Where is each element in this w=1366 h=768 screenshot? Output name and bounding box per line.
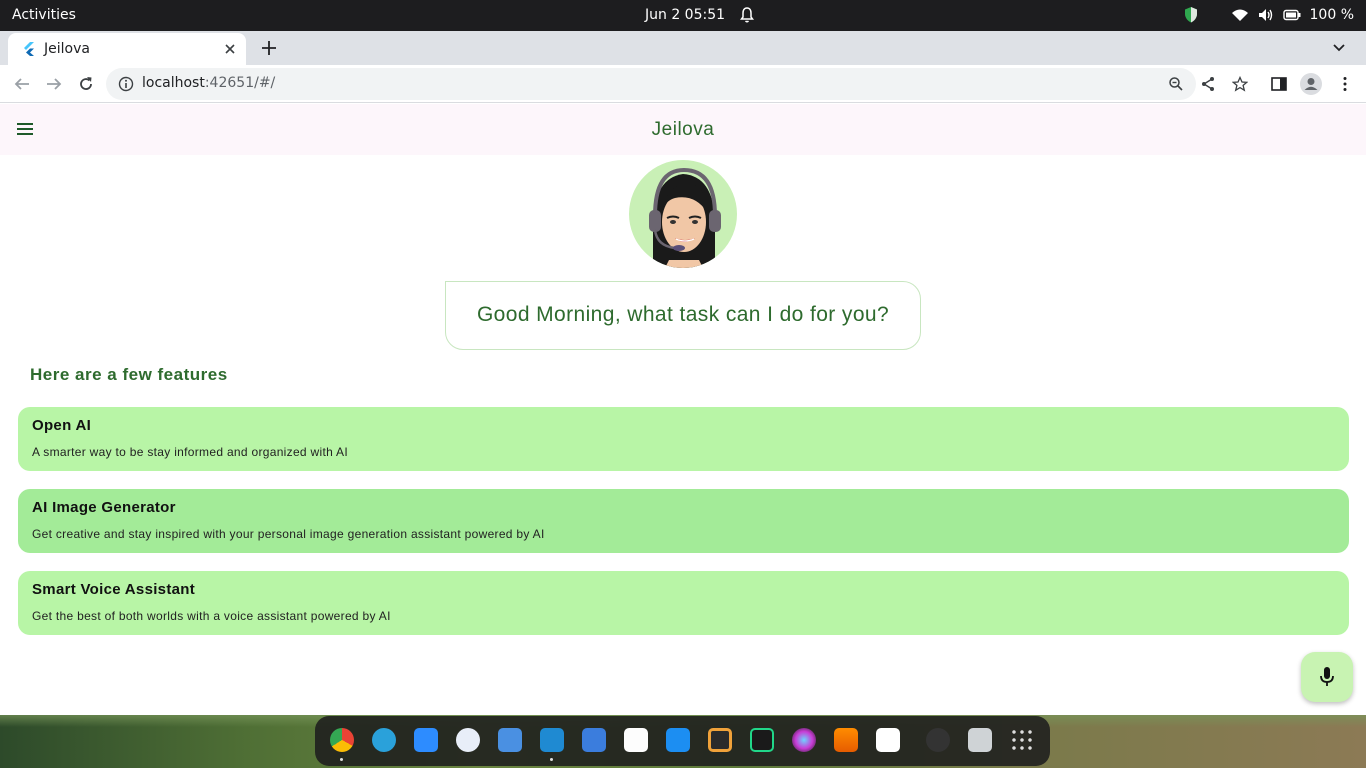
docs-dock-icon[interactable] [582, 728, 606, 752]
feature-title: AI Image Generator [32, 499, 176, 516]
battery-icon[interactable] [1282, 9, 1301, 21]
feature-card-image-generator[interactable]: AI Image Generator Get creative and stay… [18, 489, 1349, 553]
assistant-avatar [629, 160, 737, 268]
app-store-dock-icon[interactable] [666, 728, 690, 752]
app-content: Jeilova Good Morning, what task can I do… [0, 104, 1366, 715]
tab-title: Jeilova [44, 41, 90, 57]
vlc-dock-icon[interactable] [834, 728, 858, 752]
vscode-dock-icon[interactable] [540, 728, 564, 752]
zoom-icon[interactable] [1168, 76, 1184, 92]
microphone-fab-button[interactable] [1301, 652, 1353, 702]
chrome-dock-icon[interactable] [330, 728, 354, 752]
slack-dock-icon[interactable] [876, 728, 900, 752]
more-menu-icon[interactable] [1336, 75, 1354, 93]
globe-dock-icon[interactable] [926, 728, 950, 752]
share-icon[interactable] [1200, 76, 1216, 92]
shield-icon[interactable] [1183, 6, 1199, 24]
dock [315, 716, 1050, 766]
feature-title: Smart Voice Assistant [32, 581, 196, 598]
tab-close-icon[interactable] [222, 41, 238, 57]
feature-description: A smarter way to be stay informed and or… [32, 445, 348, 459]
side-panel-icon[interactable] [1270, 75, 1288, 93]
app-title: Jeilova [651, 119, 715, 140]
site-info-icon[interactable] [118, 76, 134, 92]
features-heading: Here are a few features [30, 365, 228, 384]
new-tab-icon[interactable] [260, 39, 278, 57]
arc-dock-icon[interactable] [708, 728, 732, 752]
pycharm-dock-icon[interactable] [750, 728, 774, 752]
back-arrow-icon[interactable] [13, 75, 31, 93]
reload-icon[interactable] [77, 75, 95, 93]
feature-description: Get the best of both worlds with a voice… [32, 609, 391, 623]
wifi-icon[interactable] [1231, 8, 1249, 22]
url-path: :42651/#/ [204, 75, 276, 91]
notification-bell-icon[interactable] [739, 6, 755, 24]
activities-button[interactable]: Activities [12, 7, 76, 23]
forward-arrow-icon[interactable] [45, 75, 63, 93]
bookmark-star-icon[interactable] [1232, 76, 1248, 92]
word-dock-icon[interactable] [456, 728, 480, 752]
url-text: localhost:42651/#/ [142, 75, 275, 91]
url-host: localhost [142, 75, 205, 91]
running-indicator [340, 758, 343, 761]
music-dock-icon[interactable] [624, 728, 648, 752]
flutter-favicon-icon [24, 42, 34, 56]
app-grid-icon[interactable] [1010, 728, 1034, 752]
profile-avatar-icon[interactable] [1300, 73, 1322, 95]
browser-tab[interactable]: Jeilova [8, 33, 246, 65]
assistant-avatar-image [649, 167, 721, 268]
system-tray[interactable]: 100 % [1183, 6, 1354, 24]
address-bar[interactable]: localhost:42651/#/ [106, 68, 1248, 100]
telegram-dock-icon[interactable] [372, 728, 396, 752]
feature-description: Get creative and stay inspired with your… [32, 527, 545, 541]
feature-card-open-ai[interactable]: Open AI A smarter way to be stay informe… [18, 407, 1349, 471]
zoom-dock-icon[interactable] [414, 728, 438, 752]
battery-level: 100 % [1309, 7, 1354, 23]
app-bar: Jeilova [0, 104, 1366, 155]
chevron-down-icon[interactable] [1332, 41, 1346, 55]
greeting-text: Good Morning, what task can I do for you… [476, 303, 890, 326]
microphone-icon [1320, 667, 1334, 686]
feature-card-voice-assistant[interactable]: Smart Voice Assistant Get the best of bo… [18, 571, 1349, 635]
trash-dock-icon[interactable] [968, 728, 992, 752]
running-indicator [550, 758, 553, 761]
clock[interactable]: Jun 2 05:51 [645, 7, 725, 23]
browser-toolbar: localhost:42651/#/ [0, 65, 1366, 103]
volume-icon[interactable] [1258, 8, 1274, 22]
greeting-bubble: Good Morning, what task can I do for you… [445, 281, 921, 350]
finder-dock-icon[interactable] [498, 728, 522, 752]
davinci-dock-icon[interactable] [792, 728, 816, 752]
feature-title: Open AI [32, 417, 92, 434]
system-top-bar: Activities Jun 2 05:51 100 % [0, 0, 1366, 31]
browser-tab-strip: Jeilova [0, 31, 1366, 65]
